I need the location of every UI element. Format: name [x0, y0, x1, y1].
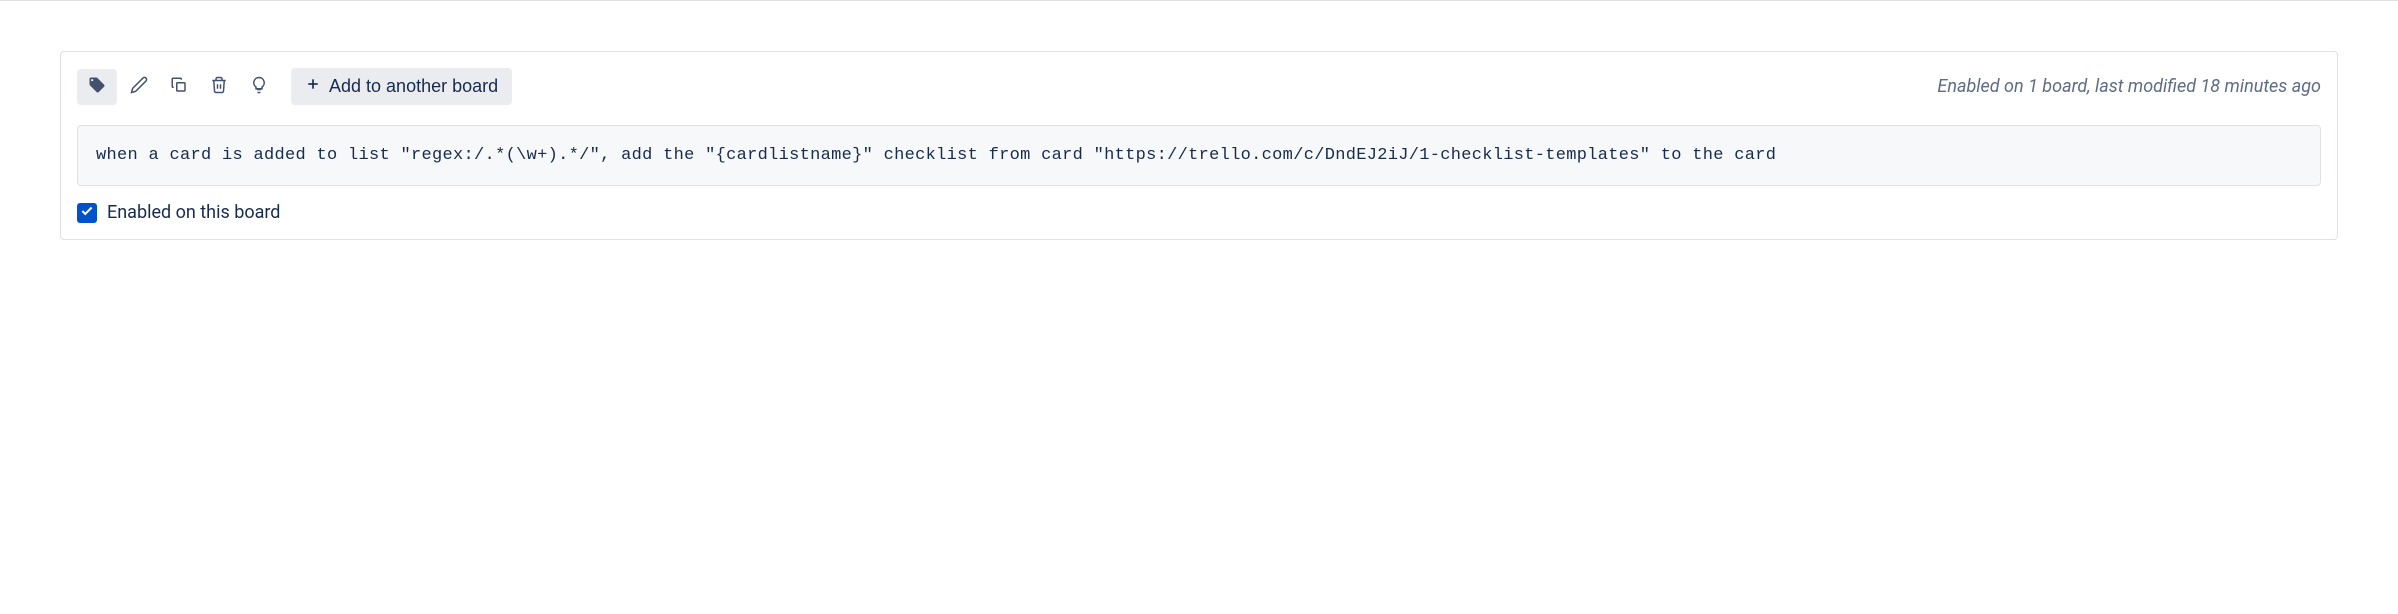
- plus-icon: [305, 76, 321, 97]
- enabled-checkbox-label[interactable]: Enabled on this board: [107, 202, 280, 223]
- trash-icon: [210, 76, 228, 97]
- copy-icon: [170, 76, 188, 97]
- rule-header: Add to another board Enabled on 1 board,…: [77, 68, 2321, 105]
- rule-definition-text: when a card is added to list "regex:/.*(…: [77, 125, 2321, 186]
- add-to-another-board-button[interactable]: Add to another board: [291, 68, 512, 105]
- lightbulb-icon: [250, 76, 268, 97]
- rule-footer: Enabled on this board: [77, 202, 2321, 223]
- copy-button[interactable]: [161, 69, 197, 105]
- delete-button[interactable]: [201, 69, 237, 105]
- enabled-checkbox[interactable]: [77, 203, 97, 223]
- hint-button[interactable]: [241, 69, 277, 105]
- rule-status-text: Enabled on 1 board, last modified 18 min…: [1937, 76, 2321, 97]
- check-icon: [80, 203, 94, 222]
- add-board-label: Add to another board: [329, 76, 498, 97]
- rule-actions-toolbar: Add to another board: [77, 68, 512, 105]
- tag-icon: [88, 76, 106, 97]
- top-divider: [0, 0, 2398, 1]
- label-button[interactable]: [77, 69, 117, 105]
- automation-rule-card: Add to another board Enabled on 1 board,…: [60, 51, 2338, 240]
- edit-button[interactable]: [121, 69, 157, 105]
- pencil-icon: [130, 76, 148, 97]
